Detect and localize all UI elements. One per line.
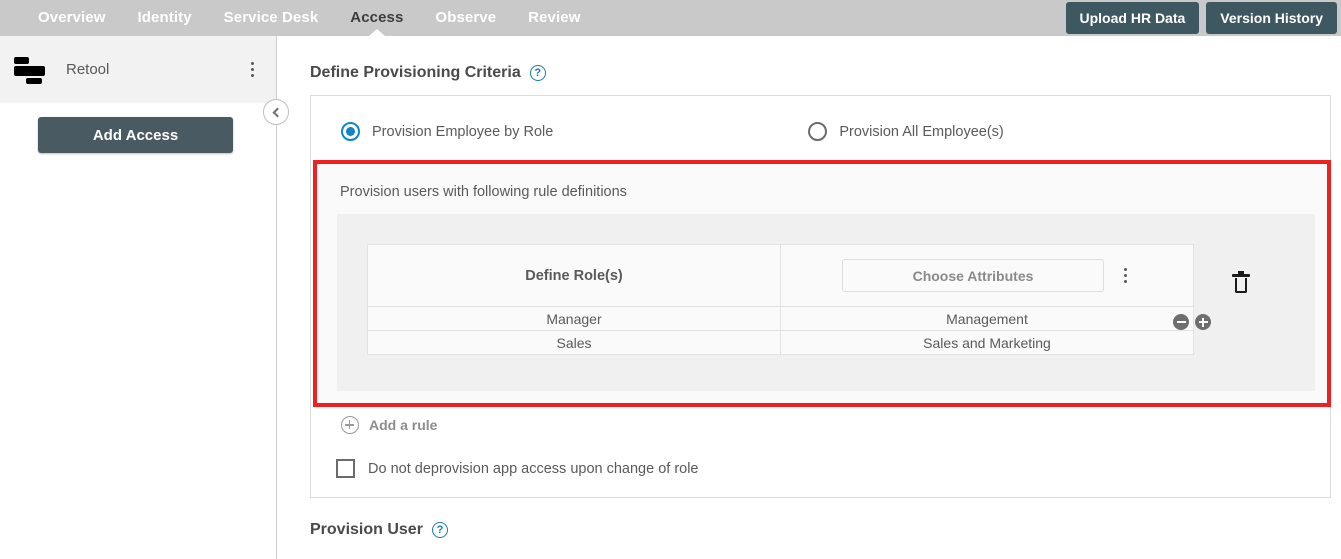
radio-indicator [341,122,360,141]
nav-item-access[interactable]: Access [334,0,419,36]
app-card-menu-icon[interactable] [242,59,262,81]
upload-hr-data-button[interactable]: Upload HR Data [1065,2,1200,34]
provisioning-mode-radio-group: Provision Employee by Role Provision All… [311,96,1330,141]
radio-label: Provision Employee by Role [372,123,554,140]
left-sidebar: Retool Add Access [0,36,289,559]
column-header-define-roles: Define Role(s) [367,244,781,307]
radio-provision-all-employees[interactable]: Provision All Employee(s) [808,122,1004,141]
trash-icon[interactable] [1232,271,1250,296]
topbar-actions: Upload HR Data Version History [1065,0,1337,36]
cell-role[interactable]: Manager [367,306,781,331]
help-circle-icon[interactable]: ? [431,522,448,538]
add-access-container: Add Access [0,103,276,153]
version-history-button[interactable]: Version History [1206,2,1337,34]
rule-definitions-highlight: Provision users with following rule defi… [313,160,1331,407]
cell-attribute[interactable]: Sales and Marketing [781,331,1194,355]
help-circle-icon[interactable]: ? [529,65,546,81]
nav-item-service-desk[interactable]: Service Desk [208,0,335,36]
app-root: Overview Identity Service Desk Access Ob… [0,0,1341,559]
minus-circle-icon[interactable] [1173,314,1189,330]
active-tab-pointer [368,29,385,36]
nav-label: Observe [435,9,497,26]
nav-label: Service Desk [223,9,319,26]
radio-indicator [808,122,828,141]
cell-role[interactable]: Sales [367,330,781,355]
table-row: Sales Sales and Marketing [367,330,1194,355]
nav-item-observe[interactable]: Observe [419,0,512,36]
add-rule-button[interactable]: Add a rule [341,416,437,434]
nav-label: Identity [137,9,192,26]
nav-item-identity[interactable]: Identity [122,0,208,36]
plus-circle-icon[interactable] [1195,314,1211,330]
row-controls [1173,314,1211,330]
plus-circle-outline-icon [341,416,359,434]
main-content: Define Provisioning Criteria ? Provision… [278,36,1341,559]
rule-table: Define Role(s) Choose Attributes Manager… [367,244,1194,355]
table-header-row: Define Role(s) Choose Attributes [367,244,1194,307]
radio-label: Provision All Employee(s) [839,123,1004,140]
provisioning-criteria-header: Define Provisioning Criteria ? [278,36,1341,82]
main-nav: Overview Identity Service Desk Access Ob… [0,0,596,36]
add-rule-label: Add a rule [369,417,438,433]
app-card-retool[interactable]: Retool [0,36,276,103]
attributes-column-menu-icon[interactable] [1118,268,1132,283]
nav-item-review[interactable]: Review [512,0,596,36]
chevron-left-icon [272,107,283,117]
page-title: Define Provisioning Criteria [310,64,521,81]
nav-label: Review [528,9,581,26]
deprovision-checkbox[interactable] [336,459,355,478]
deprovision-checkbox-row[interactable]: Do not deprovision app access upon chang… [336,459,699,478]
nav-item-overview[interactable]: Overview [22,0,122,36]
cell-attribute[interactable]: Management [780,306,1194,331]
column-header-attributes: Choose Attributes [780,244,1194,307]
sidebar-collapse-button[interactable] [263,99,289,125]
provision-user-title: Provision User [310,521,423,538]
add-access-button[interactable]: Add Access [38,117,233,153]
retool-logo-icon [12,55,48,85]
nav-label: Access [350,9,404,26]
provisioning-criteria-panel: Provision Employee by Role Provision All… [310,95,1331,498]
nav-label: Overview [38,9,106,26]
table-row: Manager Management [367,306,1194,331]
top-navigation-bar: Overview Identity Service Desk Access Ob… [0,0,1341,36]
provision-user-header: Provision User ? [278,498,1341,539]
radio-provision-by-role[interactable]: Provision Employee by Role [341,122,553,141]
rule-container: Define Role(s) Choose Attributes Manager… [337,214,1315,391]
deprovision-checkbox-label: Do not deprovision app access upon chang… [368,460,699,477]
app-name-label: Retool [66,61,110,78]
rule-caption: Provision users with following rule defi… [340,184,627,200]
choose-attributes-select[interactable]: Choose Attributes [842,259,1104,292]
